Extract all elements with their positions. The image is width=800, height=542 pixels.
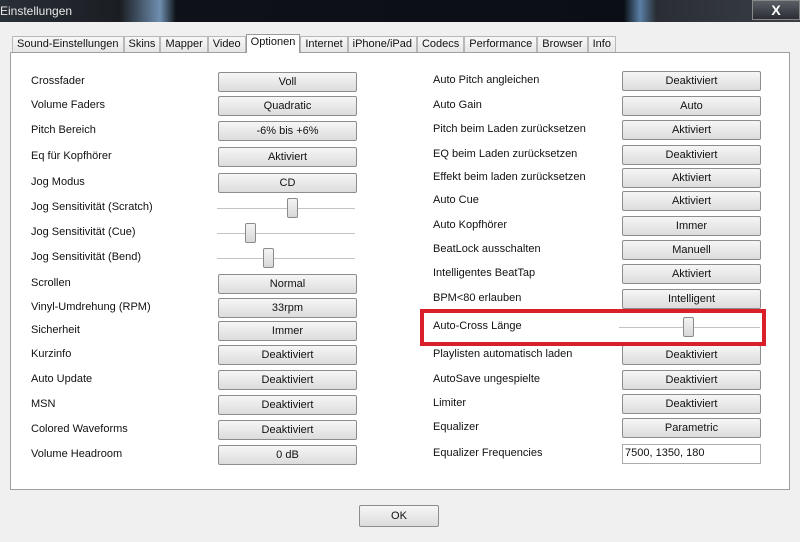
setting-label: Volume Faders [31, 99, 105, 111]
setting-label: MSN [31, 398, 56, 410]
setting-label: Equalizer [433, 421, 479, 433]
setting-label: Volume Headroom [31, 448, 123, 460]
tab-video[interactable]: Video [207, 36, 246, 53]
setting-label: Intelligentes BeatTap [433, 267, 536, 279]
setting-dropdown-button[interactable]: Intelligent [622, 289, 761, 309]
highlight-box [420, 309, 766, 346]
tab-optionen[interactable]: Optionen [245, 34, 301, 53]
setting-label: Effekt beim laden zurücksetzen [433, 171, 586, 183]
setting-label: Pitch beim Laden zurücksetzen [433, 123, 586, 135]
tab-info[interactable]: Info [587, 36, 616, 53]
setting-label: Eq für Kopfhörer [31, 150, 112, 162]
setting-label: Equalizer Frequencies [433, 447, 543, 459]
setting-dropdown-button[interactable]: 0 dB [218, 445, 357, 465]
setting-dropdown-button[interactable]: Deaktiviert [622, 71, 761, 91]
setting-dropdown-button[interactable]: Manuell [622, 240, 761, 260]
setting-label: Playlisten automatisch laden [433, 348, 573, 360]
setting-dropdown-button[interactable]: Deaktiviert [622, 145, 761, 165]
setting-label: Auto Gain [433, 99, 482, 111]
setting-label: Auto Cue [433, 194, 479, 206]
slider-track[interactable] [217, 233, 355, 234]
setting-label: Scrollen [31, 277, 71, 289]
tab-internet[interactable]: Internet [300, 36, 348, 53]
setting-label: Limiter [433, 397, 467, 409]
setting-dropdown-button[interactable]: Aktiviert [622, 264, 761, 284]
setting-label: Pitch Bereich [31, 124, 96, 136]
tab-skins[interactable]: Skins [123, 36, 161, 53]
frequencies-input[interactable]: 7500, 1350, 180 [622, 444, 761, 464]
setting-dropdown-button[interactable]: Deaktiviert [218, 395, 357, 415]
setting-dropdown-button[interactable]: Quadratic [218, 96, 357, 116]
setting-dropdown-button[interactable]: Voll [218, 72, 357, 92]
setting-dropdown-button[interactable]: Deaktiviert [218, 370, 357, 390]
slider-track[interactable] [217, 258, 355, 259]
setting-label: BeatLock ausschalten [433, 243, 541, 255]
setting-dropdown-button[interactable]: Immer [622, 216, 761, 236]
setting-label: BPM<80 erlauben [433, 292, 522, 304]
window-title: Einstellungen [0, 4, 73, 18]
close-button[interactable]: X [752, 0, 800, 20]
setting-dropdown-button[interactable]: -6% bis +6% [218, 121, 357, 141]
setting-dropdown-button[interactable]: Deaktiviert [622, 394, 761, 414]
setting-dropdown-button[interactable]: Aktiviert [622, 168, 761, 188]
setting-dropdown-button[interactable]: Parametric [622, 418, 761, 438]
tab-codecs[interactable]: Codecs [416, 36, 465, 53]
setting-dropdown-button[interactable]: Aktiviert [218, 147, 357, 167]
setting-label: Sicherheit [31, 324, 80, 336]
setting-dropdown-button[interactable]: Deaktiviert [218, 420, 357, 440]
tab-sound-einstellungen[interactable]: Sound-Einstellungen [12, 36, 124, 53]
tab-mapper[interactable]: Mapper [160, 36, 208, 53]
tab-performance[interactable]: Performance [464, 36, 538, 53]
setting-dropdown-button[interactable]: Aktiviert [622, 191, 761, 211]
setting-dropdown-button[interactable]: Deaktiviert [622, 370, 761, 390]
setting-dropdown-button[interactable]: CD [218, 173, 357, 193]
setting-label: Jog Sensitivität (Cue) [31, 226, 136, 238]
setting-dropdown-button[interactable]: Deaktiviert [218, 345, 357, 365]
setting-dropdown-button[interactable]: Immer [218, 321, 357, 341]
setting-label: Jog Sensitivität (Scratch) [31, 201, 153, 213]
setting-dropdown-button[interactable]: Normal [218, 274, 357, 294]
setting-label: Crossfader [31, 75, 85, 87]
setting-label: Vinyl-Umdrehung (RPM) [31, 301, 151, 313]
setting-label: Jog Sensitivität (Bend) [31, 251, 142, 263]
slider-thumb[interactable] [286, 198, 298, 218]
title-bar: Einstellungen X [0, 0, 800, 22]
setting-dropdown-button[interactable]: Aktiviert [622, 120, 761, 140]
setting-dropdown-button[interactable]: Auto [622, 96, 761, 116]
ok-button[interactable]: OK [359, 505, 439, 527]
slider-thumb[interactable] [262, 248, 274, 268]
setting-label: AutoSave ungespielte [433, 373, 541, 385]
setting-label: EQ beim Laden zurücksetzen [433, 148, 578, 160]
tab-browser[interactable]: Browser [537, 36, 588, 53]
setting-dropdown-button[interactable]: Deaktiviert [622, 345, 761, 365]
setting-label: Auto Kopfhörer [433, 219, 507, 231]
tab-bar: Sound-Einstellungen Skins Mapper Video Optio… [12, 34, 616, 53]
setting-label: Kurzinfo [31, 348, 72, 360]
setting-dropdown-button[interactable]: 33rpm [218, 298, 357, 318]
setting-label: Colored Waveforms [31, 423, 128, 435]
slider-thumb[interactable] [244, 223, 256, 243]
setting-label: Auto Pitch angleichen [433, 74, 540, 86]
setting-label: Jog Modus [31, 176, 85, 188]
tab-iphone-ipad[interactable]: iPhone/iPad [347, 36, 417, 53]
setting-label: Auto Update [31, 373, 93, 385]
